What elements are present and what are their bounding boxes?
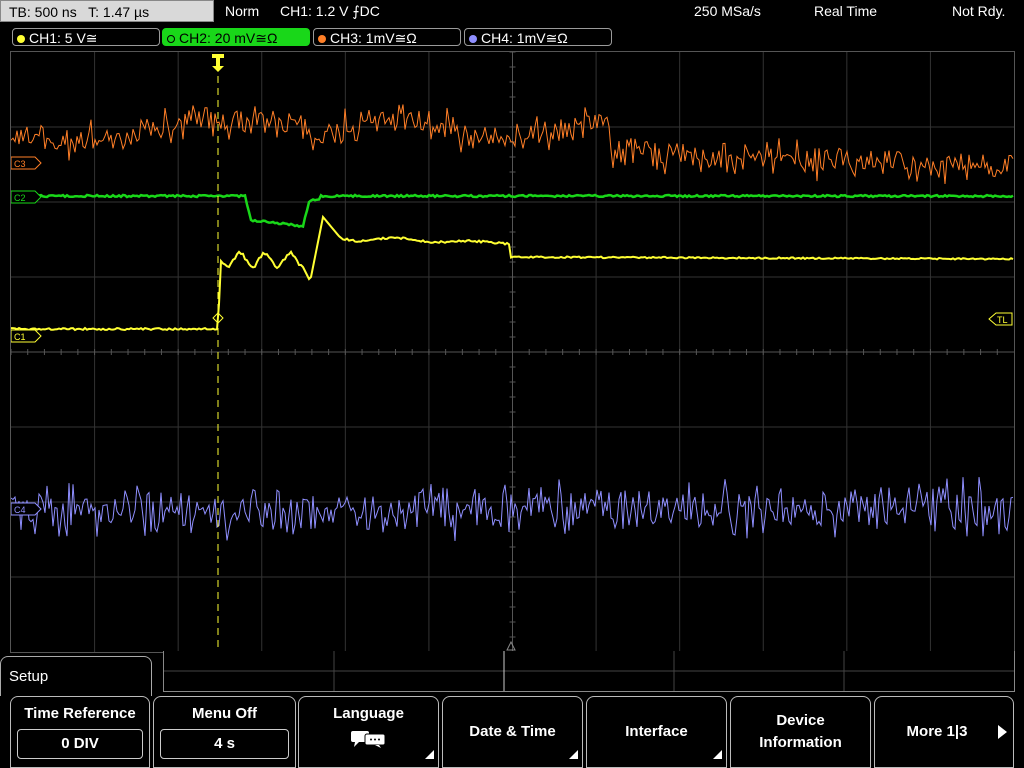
submenu-indicator-icon <box>425 750 434 759</box>
ch1-color-dot <box>17 35 25 43</box>
time-reference-value: 0 DIV <box>17 729 143 759</box>
time-reference-label: Time Reference <box>24 705 136 722</box>
sample-rate: 250 MSa/s <box>694 3 761 19</box>
acquisition-state: Not Rdy. <box>952 3 1006 19</box>
ch2-label: CH2: 20 mV≅Ω <box>179 30 278 46</box>
ch3-offset-marker[interactable]: C3 <box>11 156 42 170</box>
trigger-time-readout: T: 1.47 µs <box>88 4 150 20</box>
ch1-offset-marker[interactable]: C1 <box>11 329 42 343</box>
menu-off-label: Menu Off <box>192 705 257 722</box>
ch3-label: CH3: 1mV≅Ω <box>330 30 417 46</box>
svg-text:C2: C2 <box>14 193 26 203</box>
waveform-canvas: C3 C2 C1 C4 TL <box>11 52 1014 652</box>
timebase-readout: TB: 500 ns <box>9 4 77 20</box>
device-information-button[interactable]: Device Information <box>730 696 871 768</box>
submenu-indicator-icon <box>569 750 578 759</box>
trigger-t-marker-icon[interactable] <box>212 54 224 72</box>
ch4-label: CH4: 1mV≅Ω <box>481 30 568 46</box>
zoom-strip <box>163 651 1015 692</box>
device-info-line1: Device <box>776 712 825 729</box>
svg-text:C4: C4 <box>14 505 26 515</box>
svg-text:C1: C1 <box>14 332 26 342</box>
submenu-indicator-icon <box>713 750 722 759</box>
trigger-level-marker[interactable]: TL <box>988 312 1013 326</box>
ch2-color-dot <box>167 35 175 43</box>
menu-title: Setup <box>0 656 152 696</box>
more-button[interactable]: More 1|3 <box>874 696 1014 768</box>
svg-text:TL: TL <box>997 315 1008 325</box>
time-reference-button[interactable]: Time Reference 0 DIV <box>10 696 150 768</box>
acquisition-mode: Real Time <box>814 3 878 19</box>
date-time-button[interactable]: Date & Time <box>442 696 583 768</box>
interface-button[interactable]: Interface <box>586 696 727 768</box>
trigger-mode: Norm <box>225 3 260 19</box>
interface-label: Interface <box>625 723 688 740</box>
date-time-label: Date & Time <box>469 723 556 740</box>
ch3-color-dot <box>318 35 326 43</box>
ch4-offset-marker[interactable]: C4 <box>11 502 42 516</box>
language-label: Language <box>333 705 404 722</box>
trigger-readout: CH1: 1.2 V ⨍DC <box>280 3 380 19</box>
channel-tab-ch2[interactable]: CH2: 20 mV≅Ω <box>162 28 310 46</box>
channel-tab-ch1[interactable]: CH1: 5 V≅ <box>12 28 160 46</box>
device-info-line2: Information <box>759 734 842 751</box>
speech-bubble-icon <box>350 731 385 748</box>
menu-off-button[interactable]: Menu Off 4 s <box>153 696 296 768</box>
horizontal-position-marker <box>506 640 516 651</box>
arrow-right-icon <box>998 725 1007 739</box>
menu-off-value: 4 s <box>160 729 289 759</box>
ch4-color-dot <box>469 35 477 43</box>
waveform-display[interactable]: C3 C2 C1 C4 TL <box>10 51 1015 653</box>
channel-tab-ch4[interactable]: CH4: 1mV≅Ω <box>464 28 612 46</box>
more-label: More 1|3 <box>906 723 968 740</box>
timebase-box[interactable]: TB: 500 ns T: 1.47 µs <box>0 0 214 22</box>
status-bar: TB: 500 ns T: 1.47 µs Norm CH1: 1.2 V ⨍D… <box>0 0 1024 24</box>
language-button[interactable]: Language <box>298 696 439 768</box>
ch2-offset-marker[interactable]: C2 <box>11 190 42 204</box>
channel-tab-ch3[interactable]: CH3: 1mV≅Ω <box>313 28 461 46</box>
ch1-label: CH1: 5 V≅ <box>29 30 98 46</box>
svg-text:C3: C3 <box>14 159 26 169</box>
